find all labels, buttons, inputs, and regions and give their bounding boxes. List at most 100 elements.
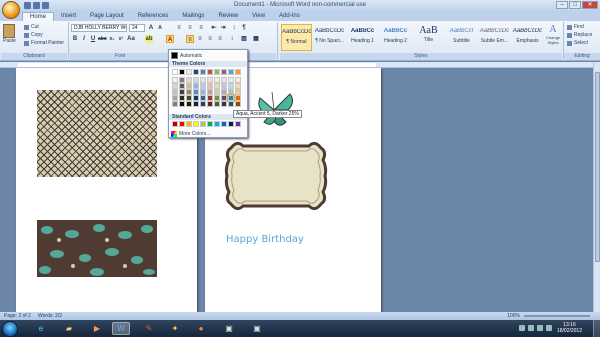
- chevron-paper-image[interactable]: [37, 90, 157, 177]
- color-swatch[interactable]: [235, 121, 241, 127]
- word-count[interactable]: Words: 2/2: [38, 312, 62, 320]
- color-swatch[interactable]: [207, 69, 213, 75]
- color-swatch[interactable]: [228, 69, 234, 75]
- sort-icon[interactable]: ↕: [230, 24, 238, 32]
- shading-icon[interactable]: ▨: [240, 35, 248, 43]
- color-swatch[interactable]: [221, 101, 227, 107]
- internet-explorer-icon[interactable]: e: [32, 322, 50, 335]
- color-swatch[interactable]: [221, 69, 227, 75]
- zoom-slider[interactable]: [524, 315, 590, 317]
- style-normal[interactable]: AaBbCcDc ¶ Normal: [281, 24, 312, 51]
- close-button[interactable]: ✕: [582, 1, 598, 9]
- document-area[interactable]: Happy Birthday: [0, 68, 593, 312]
- color-swatch[interactable]: [200, 121, 206, 127]
- style-title[interactable]: AaB Title: [413, 24, 444, 51]
- vertical-scrollbar[interactable]: [593, 62, 600, 312]
- color-swatch[interactable]: [214, 101, 220, 107]
- style-no-spacing[interactable]: AaBbCcDc ¶ No Spaci...: [314, 24, 345, 51]
- shrink-font-icon[interactable]: A: [156, 24, 164, 32]
- window-icon[interactable]: ▣: [248, 322, 266, 335]
- color-swatch[interactable]: [179, 69, 185, 75]
- firefox-icon[interactable]: ●: [192, 322, 210, 335]
- change-case-button[interactable]: Aa: [127, 35, 135, 43]
- window-icon[interactable]: ▣: [220, 322, 238, 335]
- color-swatch[interactable]: [172, 121, 178, 127]
- italic-button[interactable]: I: [80, 35, 88, 43]
- automatic-color-option[interactable]: Automatic: [171, 52, 202, 59]
- align-left-icon[interactable]: ≡: [186, 35, 194, 43]
- increase-indent-icon[interactable]: ⇥: [219, 24, 227, 32]
- style-subtle-emphasis[interactable]: AaBbCcDc Subtle Em...: [479, 24, 510, 51]
- superscript-button[interactable]: x²: [117, 35, 125, 43]
- color-swatch[interactable]: [193, 69, 199, 75]
- replace-button[interactable]: Replace: [567, 32, 592, 38]
- style-heading-2[interactable]: AaBbCc Heading 2: [380, 24, 411, 51]
- tray-icon[interactable]: [528, 325, 534, 331]
- borders-icon[interactable]: ▦: [252, 35, 260, 43]
- paste-button[interactable]: Paste: [3, 24, 17, 44]
- tab-mailings[interactable]: Mailings: [175, 12, 211, 21]
- tab-add-ins[interactable]: Add-Ins: [272, 12, 307, 21]
- tab-home[interactable]: Home: [22, 12, 55, 21]
- font-name-box[interactable]: DJB HOLLY BERRY WOR: [71, 24, 127, 32]
- bold-button[interactable]: B: [71, 35, 79, 43]
- tab-review[interactable]: Review: [211, 12, 245, 21]
- format-painter-button[interactable]: Format Painter: [24, 40, 64, 46]
- multilevel-list-icon[interactable]: ≡: [197, 24, 205, 32]
- tab-references[interactable]: References: [131, 12, 176, 21]
- find-button[interactable]: Find: [567, 24, 584, 30]
- align-center-icon[interactable]: ≡: [196, 35, 204, 43]
- more-colors-option[interactable]: More Colors...: [171, 130, 210, 137]
- line-spacing-icon[interactable]: ↕: [228, 35, 236, 43]
- style-subtitle[interactable]: AaBbCcI Subtitle: [446, 24, 477, 51]
- maximize-button[interactable]: □: [569, 1, 581, 9]
- color-swatch[interactable]: [186, 101, 192, 107]
- color-swatch[interactable]: [193, 121, 199, 127]
- minimize-button[interactable]: –: [556, 1, 568, 9]
- happy-birthday-text[interactable]: Happy Birthday: [226, 234, 304, 245]
- decrease-indent-icon[interactable]: ⇤: [210, 24, 218, 32]
- tab-page-layout[interactable]: Page Layout: [83, 12, 131, 21]
- tray-icon[interactable]: [519, 325, 525, 331]
- color-swatch[interactable]: [235, 101, 241, 107]
- tab-insert[interactable]: Insert: [54, 12, 83, 21]
- color-swatch[interactable]: [172, 69, 178, 75]
- label-frame-image[interactable]: [223, 140, 329, 212]
- show-desktop-button[interactable]: [593, 320, 600, 337]
- color-swatch[interactable]: [207, 101, 213, 107]
- align-right-icon[interactable]: ≡: [206, 35, 214, 43]
- grow-font-icon[interactable]: A: [147, 24, 155, 32]
- color-swatch[interactable]: [200, 69, 206, 75]
- page-count[interactable]: Page: 2 of 2: [4, 312, 31, 320]
- media-player-icon[interactable]: ▶: [88, 322, 106, 335]
- copy-button[interactable]: Copy: [24, 32, 43, 38]
- clock[interactable]: 13:16 18/02/2012: [557, 322, 582, 334]
- color-swatch[interactable]: [172, 101, 178, 107]
- color-swatch[interactable]: [228, 121, 234, 127]
- cut-button[interactable]: Cut: [24, 24, 39, 30]
- justify-icon[interactable]: ≡: [216, 35, 224, 43]
- color-swatch[interactable]: [179, 101, 185, 107]
- color-swatch[interactable]: [186, 121, 192, 127]
- bullets-icon[interactable]: ≡: [175, 24, 183, 32]
- color-swatch[interactable]: [207, 121, 213, 127]
- color-swatch[interactable]: [214, 69, 220, 75]
- font-size-box[interactable]: 24: [129, 24, 145, 32]
- color-swatch[interactable]: [193, 101, 199, 107]
- pin-icon[interactable]: ✎: [140, 322, 158, 335]
- zoom-level[interactable]: 100%: [507, 312, 520, 320]
- floral-paper-image[interactable]: [37, 220, 157, 277]
- network-icon[interactable]: [546, 325, 552, 331]
- select-button[interactable]: Select: [567, 40, 588, 46]
- color-swatch[interactable]: [200, 101, 206, 107]
- color-swatch[interactable]: [235, 69, 241, 75]
- scrollbar-thumb[interactable]: [595, 72, 600, 262]
- font-color-button[interactable]: A: [166, 35, 174, 43]
- tab-view[interactable]: View: [245, 12, 272, 21]
- style-emphasis[interactable]: AaBbCcDc Emphasis: [512, 24, 543, 51]
- subscript-button[interactable]: x₂: [108, 35, 116, 43]
- color-swatch[interactable]: [221, 121, 227, 127]
- volume-icon[interactable]: [537, 325, 543, 331]
- underline-button[interactable]: U: [89, 35, 97, 43]
- strikethrough-button[interactable]: abc: [98, 35, 107, 43]
